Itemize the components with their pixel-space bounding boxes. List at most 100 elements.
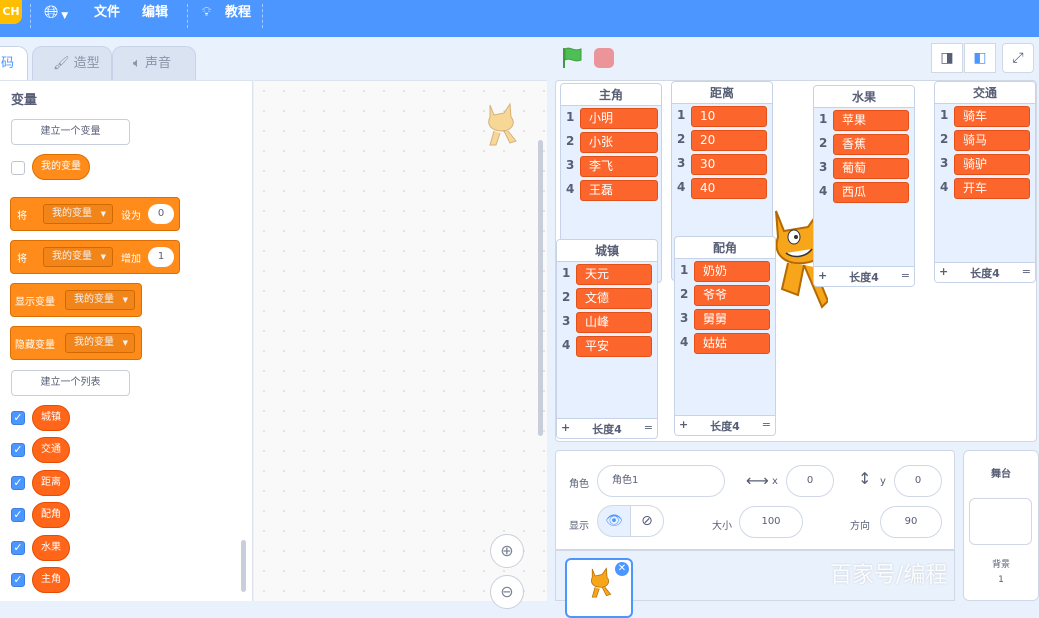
change-variable-block[interactable]: 将 我的变量 增加 1 (10, 240, 180, 274)
small-stage-icon[interactable]: ◨ (931, 43, 963, 73)
make-variable-button[interactable]: 建立一个变量 (11, 119, 130, 145)
list-checkbox[interactable]: ✓ (11, 411, 25, 425)
list-item-value[interactable]: 骑车 (954, 106, 1030, 127)
list-item-value[interactable]: 姑姑 (694, 333, 770, 354)
direction-input[interactable]: 90 (880, 506, 942, 538)
show-label: 显示 (569, 521, 589, 532)
show-hidden-eye-icon[interactable]: ⊘ (630, 505, 664, 537)
y-input[interactable]: 0 (894, 465, 942, 497)
menu-file[interactable]: 文件 (94, 0, 120, 26)
list-item-value[interactable]: 平安 (576, 336, 652, 357)
fullscreen-icon[interactable]: ⤢ (1002, 43, 1034, 73)
sprite-cat-icon (488, 102, 517, 146)
list-item-value[interactable]: 30 (691, 154, 767, 175)
change-value-input[interactable]: 1 (148, 247, 174, 267)
list-item-value[interactable]: 舅舅 (694, 309, 770, 330)
list-monitor[interactable]: 水果 1 苹果 2 香蕉 3 葡萄 4 西瓜 + 长度4 = (813, 85, 915, 287)
list-reporter[interactable]: 水果 (32, 535, 70, 561)
list-checkbox[interactable]: ✓ (11, 541, 25, 555)
list-item-value[interactable]: 王磊 (580, 180, 658, 201)
list-item-value[interactable]: 西瓜 (833, 182, 909, 203)
list-reporter[interactable]: 主角 (32, 567, 70, 593)
my-variable-checkbox[interactable] (11, 161, 25, 175)
set-variable-block[interactable]: 将 我的变量 设为 0 (10, 197, 180, 231)
watermark: 百家号/编程 (830, 563, 948, 588)
stage-thumbnail[interactable] (969, 498, 1032, 545)
workspace-scrollbar[interactable] (538, 140, 543, 436)
list-item: 4 姑姑 (675, 331, 775, 355)
list-checkbox[interactable]: ✓ (11, 573, 25, 587)
variable-dropdown[interactable]: 我的变量 (65, 290, 135, 310)
list-item-value[interactable]: 爷爷 (694, 285, 770, 306)
list-item-value[interactable]: 奶奶 (694, 261, 770, 282)
menu-edit[interactable]: 编辑 (142, 0, 168, 26)
sprite-thumbnail[interactable]: ✕ (565, 558, 633, 618)
block-text: 将 (17, 211, 27, 222)
list-monitor[interactable]: 交通 1 骑车 2 骑马 3 骑驴 4 开车 + 长度4 = (934, 81, 1036, 283)
list-monitor[interactable]: 城镇 1 天元 2 文德 3 山峰 4 平安 + 长度4 = (556, 239, 658, 439)
tab-sounds[interactable]: 🔈︎ 声音 (112, 46, 196, 82)
list-item-value[interactable]: 40 (691, 178, 767, 199)
list-item-value[interactable]: 开车 (954, 178, 1030, 199)
list-checkbox[interactable]: ✓ (11, 443, 25, 457)
list-reporter[interactable]: 交通 (32, 437, 70, 463)
tab-code[interactable]: 码 (0, 46, 28, 82)
list-item-value[interactable]: 骑驴 (954, 154, 1030, 175)
menu-divider (262, 4, 263, 28)
list-reporter[interactable]: 配角 (32, 502, 70, 528)
list-item-value[interactable]: 香蕉 (833, 134, 909, 155)
list-checkbox[interactable]: ✓ (11, 508, 25, 522)
zoom-in-icon[interactable]: ⊕ (490, 534, 524, 568)
size-input[interactable]: 100 (739, 506, 803, 538)
list-item-value[interactable]: 山峰 (576, 312, 652, 333)
list-checkbox[interactable]: ✓ (11, 476, 25, 490)
resize-handle-icon[interactable]: = (1022, 265, 1031, 278)
tab-sounds-label: 声音 (144, 56, 171, 71)
tab-costumes[interactable]: 🖌︎ 造型 (32, 46, 112, 82)
list-item-value[interactable]: 文德 (576, 288, 652, 309)
list-footer: + 长度4 = (675, 415, 775, 435)
code-workspace[interactable] (254, 80, 547, 601)
set-value-input[interactable]: 0 (148, 204, 174, 224)
variable-dropdown[interactable]: 我的变量 (65, 333, 135, 353)
show-variable-block[interactable]: 显示变量 我的变量 (10, 283, 142, 317)
list-item-value[interactable]: 10 (691, 106, 767, 127)
palette-section-title: 变量 (11, 93, 38, 108)
scratch-logo[interactable]: CH (0, 0, 22, 24)
list-footer: + 长度4 = (557, 418, 657, 438)
list-reporter[interactable]: 城镇 (32, 405, 70, 431)
palette-scrollbar[interactable] (241, 540, 246, 592)
list-monitor[interactable]: 配角 1 奶奶 2 爷爷 3 舅舅 4 姑姑 + 长度4 = (674, 236, 776, 436)
zoom-out-icon[interactable]: ⊖ (490, 575, 524, 609)
menu-tutorials[interactable]: 教程 (225, 0, 251, 26)
green-flag-icon[interactable] (560, 46, 584, 70)
show-visible-eye-icon[interactable]: 👁︎ (597, 505, 631, 537)
list-item-value[interactable]: 天元 (576, 264, 652, 285)
list-item-value[interactable]: 葡萄 (833, 158, 909, 179)
hide-variable-block[interactable]: 隐藏变量 我的变量 (10, 326, 142, 360)
list-item: 3 30 (672, 152, 772, 176)
list-item-value[interactable]: 李飞 (580, 156, 658, 177)
list-item-value[interactable]: 小明 (580, 108, 658, 129)
list-reporter[interactable]: 距离 (32, 470, 70, 496)
list-item-value[interactable]: 小张 (580, 132, 658, 153)
stop-icon[interactable] (594, 48, 614, 68)
my-variable-reporter[interactable]: 我的变量 (32, 154, 90, 180)
sprite-name-input[interactable]: 角色1 (597, 465, 725, 497)
normal-stage-icon[interactable]: ◧ (964, 43, 996, 73)
resize-handle-icon[interactable]: = (762, 418, 771, 431)
stage-selector[interactable]: 舞台 背景 1 (963, 450, 1039, 601)
variable-dropdown[interactable]: 我的变量 (43, 247, 113, 267)
variable-dropdown[interactable]: 我的变量 (43, 204, 113, 224)
list-item-value[interactable]: 苹果 (833, 110, 909, 131)
resize-handle-icon[interactable]: = (644, 421, 653, 434)
list-item-value[interactable]: 20 (691, 130, 767, 151)
list-title: 水果 (814, 86, 914, 108)
make-list-button[interactable]: 建立一个列表 (11, 370, 130, 396)
x-input[interactable]: 0 (786, 465, 834, 497)
resize-handle-icon[interactable]: = (901, 269, 910, 282)
language-globe-icon[interactable]: 🌐︎ ▼ (44, 0, 68, 26)
delete-sprite-icon[interactable]: ✕ (615, 562, 629, 576)
lightbulb-icon[interactable]: 💡︎ (202, 0, 211, 26)
list-item-value[interactable]: 骑马 (954, 130, 1030, 151)
